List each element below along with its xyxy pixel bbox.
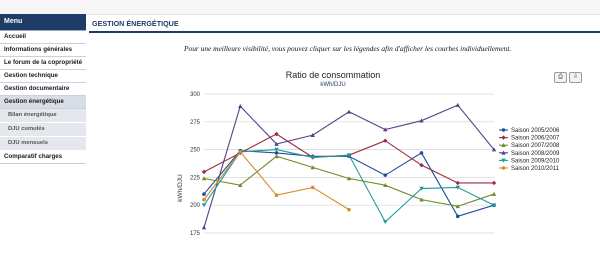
y-tick-labels: 175 200 225 250 275 300 bbox=[190, 92, 201, 237]
y-tick-label: 225 bbox=[190, 175, 201, 181]
sidebar-item-informations[interactable]: Informations générales bbox=[0, 44, 86, 57]
series-line bbox=[203, 155, 495, 207]
data-point bbox=[347, 207, 351, 212]
menu-header: Menu bbox=[0, 14, 86, 31]
data-point bbox=[383, 220, 388, 225]
data-point bbox=[346, 109, 352, 114]
y-tick-label: 200 bbox=[190, 203, 201, 209]
series-line bbox=[203, 133, 494, 184]
sidebar-item-comparatif[interactable]: Comparatif charges bbox=[0, 151, 86, 164]
data-point bbox=[455, 214, 460, 219]
consumption-chart: Ratio de consommation kWh/DJU kWh/DJU 17… bbox=[177, 70, 560, 237]
data-point bbox=[501, 135, 506, 140]
legend-item[interactable]: Saison 2008/2009 bbox=[511, 151, 560, 157]
sidebar-item-forum[interactable]: Le forum de la copropriété bbox=[0, 57, 86, 70]
y-tick-label: 300 bbox=[190, 92, 201, 98]
data-point bbox=[455, 102, 460, 107]
data-point bbox=[202, 197, 206, 202]
data-point bbox=[238, 150, 243, 154]
grid-lines bbox=[204, 93, 494, 234]
top-bar bbox=[0, 0, 600, 15]
data-point bbox=[501, 128, 506, 132]
data-point bbox=[201, 169, 207, 175]
sidebar-item-accueil[interactable]: Accueil bbox=[0, 31, 86, 44]
data-point bbox=[310, 185, 315, 190]
y-axis-label: kWh/DJU bbox=[177, 174, 184, 202]
sidebar-subitem-bilan[interactable]: Bilan énergétique bbox=[0, 109, 86, 123]
sidebar-menu: Menu Accueil Informations générales Le f… bbox=[0, 14, 86, 254]
data-point bbox=[201, 225, 207, 230]
legend-item[interactable]: Saison 2009/2010 bbox=[511, 158, 560, 164]
sidebar-item-gestion-documentaire[interactable]: Gestion documentaire bbox=[0, 83, 86, 96]
data-point bbox=[419, 151, 424, 155]
data-point bbox=[455, 180, 460, 186]
legend-item[interactable]: Saison 2005/2006 bbox=[511, 128, 560, 134]
data-point bbox=[491, 191, 497, 196]
data-point bbox=[274, 154, 279, 159]
legend-item[interactable]: Saison 2010/2011 bbox=[511, 166, 560, 172]
data-point bbox=[274, 193, 279, 197]
legend-item[interactable]: Saison 2007/2008 bbox=[511, 143, 560, 149]
main-content: Gestion énergétique Pour une meilleure v… bbox=[89, 14, 600, 254]
y-tick-label: 275 bbox=[190, 120, 201, 126]
sidebar-item-gestion-energetique[interactable]: Gestion énergétique bbox=[0, 96, 86, 109]
data-point bbox=[501, 166, 506, 170]
sidebar-item-gestion-technique[interactable]: Gestion technique bbox=[0, 70, 86, 83]
data-point bbox=[238, 104, 243, 109]
legend: Saison 2005/2006Saison 2006/2007Saison 2… bbox=[499, 128, 560, 172]
sidebar-subitem-dju-mensuels[interactable]: DJU mensuels bbox=[0, 137, 86, 151]
data-point bbox=[202, 192, 206, 196]
y-tick-label: 175 bbox=[190, 231, 201, 237]
y-tick-label: 250 bbox=[190, 148, 201, 154]
data-point bbox=[383, 173, 388, 177]
data-point bbox=[491, 180, 497, 186]
sidebar-subitem-dju-cumules[interactable]: DJU cumulés bbox=[0, 123, 86, 137]
chart-subtitle: kWh/DJU bbox=[320, 82, 345, 88]
legend-item[interactable]: Saison 2006/2007 bbox=[511, 136, 560, 142]
chart-title: Ratio de consommation bbox=[286, 70, 381, 80]
